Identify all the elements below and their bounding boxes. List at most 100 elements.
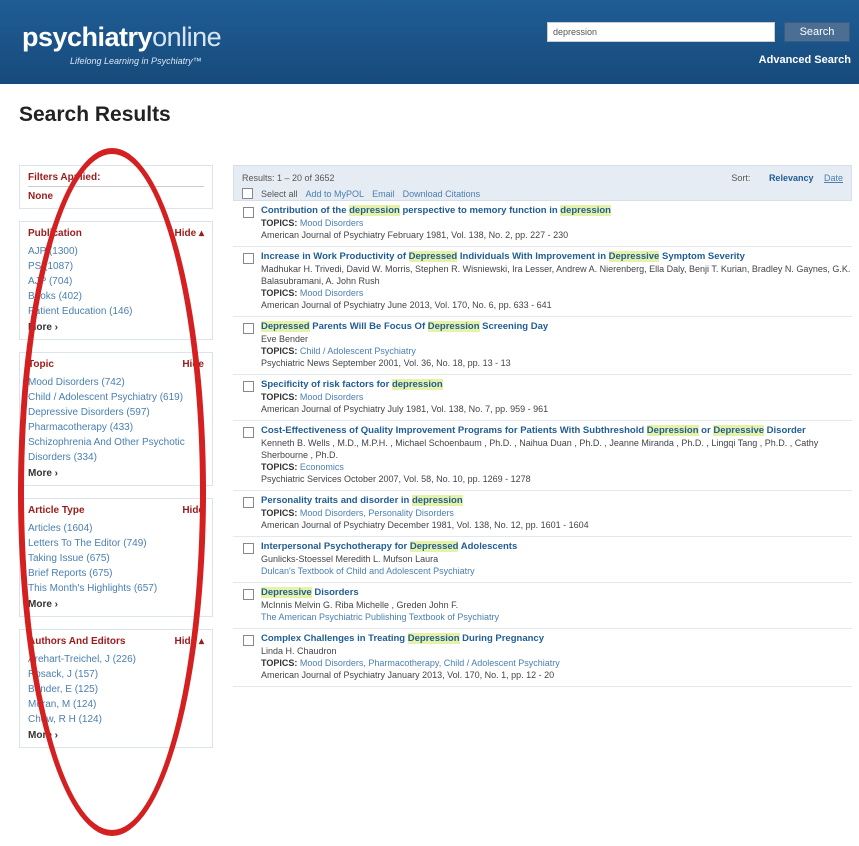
site-logo[interactable]: psychiatryonline (22, 22, 222, 53)
title-text: Personality traits and disorder in (261, 495, 412, 506)
filters-applied-label: Filters Applied: (28, 172, 204, 187)
filter-option[interactable]: Pharmacotherapy (433) (28, 420, 204, 435)
search-term-highlight: Depressive (713, 425, 765, 436)
search-button[interactable]: Search (784, 22, 850, 42)
result-source: American Journal of Psychiatry December … (261, 520, 589, 530)
result-authors: Kenneth B. Wells , M.D., M.P.H. , Michae… (261, 438, 819, 460)
filter-option[interactable]: Taking Issue (675) (28, 551, 204, 566)
topics-label: TOPICS: (261, 288, 300, 298)
topics-links[interactable]: Mood Disorders (300, 218, 364, 228)
topics-links[interactable]: Mood Disorders, Personality Disorders (300, 508, 454, 518)
add-to-mypol-link[interactable]: Add to MyPOL (306, 189, 365, 199)
filter-option[interactable]: This Month's Highlights (657) (28, 581, 204, 596)
filter-option[interactable]: AJP (704) (28, 274, 204, 289)
filters-applied-value: None (28, 191, 53, 202)
result-item: Depressive Disorders McInnis Melvin G. Ri… (233, 583, 852, 629)
filter-option[interactable]: Chew, R H (124) (28, 712, 204, 727)
topic-more-link[interactable]: More › (28, 468, 204, 479)
authors-filter: Authors And Editors Hide ▴ Arehart-Treich… (19, 629, 213, 748)
article-type-hide-toggle[interactable]: Hide (182, 505, 204, 516)
search-term-highlight: depression (349, 205, 400, 216)
result-title-link[interactable]: Cost-Effectiveness of Quality Improvemen… (261, 425, 852, 437)
result-authors: Madhukar H. Trivedi, David W. Morris, St… (261, 264, 851, 286)
topic-hide-toggle[interactable]: Hide (182, 359, 204, 370)
result-title-link[interactable]: Specificity of risk factors for depressi… (261, 379, 852, 391)
result-topics: TOPICS: Economics (261, 461, 852, 473)
result-title-link[interactable]: Depressed Parents Will Be Focus Of Depre… (261, 321, 852, 333)
result-book-link[interactable]: Dulcan's Textbook of Child and Adolescen… (261, 565, 852, 577)
authors-hide-toggle[interactable]: Hide ▴ (175, 636, 204, 647)
sort-relevancy-link[interactable]: Relevancy (769, 173, 814, 183)
topics-links[interactable]: Economics (300, 462, 344, 472)
filter-option[interactable]: Depressive Disorders (597) (28, 405, 204, 420)
result-checkbox[interactable] (243, 589, 254, 600)
filter-option[interactable]: Moran, M (124) (28, 697, 204, 712)
result-item: Interpersonal Psychotherapy for Depresse… (233, 537, 852, 583)
topics-links[interactable]: Mood Disorders, Pharmacotherapy, Child /… (300, 658, 560, 668)
authors-filter-label: Authors And Editors (28, 636, 126, 647)
topics-links[interactable]: Mood Disorders (300, 392, 364, 402)
result-checkbox[interactable] (243, 253, 254, 264)
result-checkbox[interactable] (243, 543, 254, 554)
publication-hide-toggle[interactable]: Hide ▴ (175, 228, 204, 239)
page-title: Search Results (19, 103, 171, 126)
filter-option[interactable]: PS (1087) (28, 259, 204, 274)
authors-more-link[interactable]: More › (28, 730, 204, 741)
filter-option[interactable]: Articles (1604) (28, 521, 204, 536)
results-list: Contribution of the depression perspecti… (233, 201, 852, 687)
filter-option[interactable]: AJP (1300) (28, 244, 204, 259)
advanced-search-link[interactable]: Advanced Search (759, 54, 851, 66)
topics-links[interactable]: Mood Disorders (300, 288, 364, 298)
article-type-more-link[interactable]: More › (28, 599, 204, 610)
result-checkbox[interactable] (243, 427, 254, 438)
publication-more-link[interactable]: More › (28, 322, 204, 333)
filter-option[interactable]: Brief Reports (675) (28, 566, 204, 581)
result-title-link[interactable]: Interpersonal Psychotherapy for Depresse… (261, 541, 852, 553)
result-title-link[interactable]: Personality traits and disorder in depre… (261, 495, 852, 507)
sort-date-link[interactable]: Date (824, 173, 843, 183)
result-title-link[interactable]: Complex Challenges in Treating Depressio… (261, 633, 852, 645)
filter-option[interactable]: Arehart-Treichel, J (226) (28, 652, 204, 667)
title-text: Disorder (764, 425, 806, 436)
filter-option[interactable]: Schizophrenia And Other Psychotic Disord… (28, 435, 204, 465)
results-panel: Results: 1 – 20 of 3652 Sort: Relevancy … (233, 165, 852, 687)
result-checkbox[interactable] (243, 207, 254, 218)
search-term-highlight: Depressed (408, 251, 458, 262)
search-term-highlight: Depression (427, 321, 480, 332)
title-text: During Pregnancy (459, 633, 544, 644)
filter-option[interactable]: Rosack, J (157) (28, 667, 204, 682)
result-checkbox[interactable] (243, 497, 254, 508)
result-source: Psychiatric Services October 2007, Vol. … (261, 474, 531, 484)
result-book-link[interactable]: The American Psychiatric Publishing Text… (261, 611, 852, 623)
title-text: or (698, 425, 714, 436)
download-citations-link[interactable]: Download Citations (403, 189, 481, 199)
title-text: Interpersonal Psychotherapy for (261, 541, 410, 552)
result-checkbox[interactable] (243, 381, 254, 392)
select-all-label[interactable]: Select all (261, 189, 298, 199)
search-term-highlight: depression (411, 495, 463, 506)
email-link[interactable]: Email (372, 189, 395, 199)
search-input[interactable] (547, 22, 775, 42)
topics-label: TOPICS: (261, 346, 300, 356)
result-item: Specificity of risk factors for depressi… (233, 375, 852, 421)
filter-option[interactable]: Letters To The Editor (749) (28, 536, 204, 551)
filter-option[interactable]: Books (402) (28, 289, 204, 304)
result-topics: TOPICS: Mood Disorders (261, 217, 852, 229)
search-term-highlight: Depressed (409, 541, 459, 552)
bulk-actions: Select all Add to MyPOL Email Download C… (242, 188, 480, 199)
title-text: Cost-Effectiveness of Quality Improvemen… (261, 425, 647, 436)
filter-option[interactable]: Mood Disorders (742) (28, 375, 204, 390)
result-title-link[interactable]: Contribution of the depression perspecti… (261, 205, 852, 217)
result-title-link[interactable]: Increase in Work Productivity of Depress… (261, 251, 852, 263)
result-checkbox[interactable] (243, 323, 254, 334)
filter-option[interactable]: Child / Adolescent Psychiatry (619) (28, 390, 204, 405)
filter-option[interactable]: Patient Education (146) (28, 304, 204, 319)
select-all-checkbox[interactable] (242, 188, 253, 199)
result-checkbox[interactable] (243, 635, 254, 646)
result-title-link[interactable]: Depressive Disorders (261, 587, 852, 599)
topics-links[interactable]: Child / Adolescent Psychiatry (300, 346, 416, 356)
publication-filter-label: Publication (28, 228, 82, 239)
filter-option[interactable]: Bender, E (125) (28, 682, 204, 697)
result-topics: TOPICS: Mood Disorders (261, 391, 852, 403)
result-topics: TOPICS: Child / Adolescent Psychiatry (261, 345, 852, 357)
